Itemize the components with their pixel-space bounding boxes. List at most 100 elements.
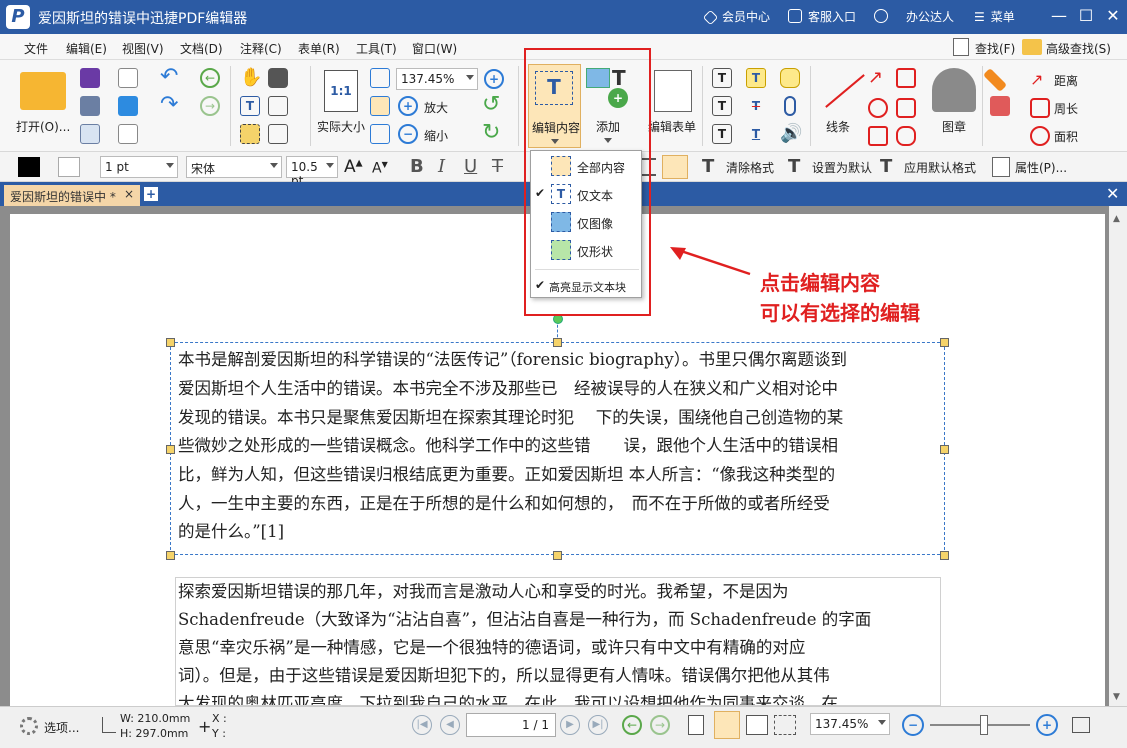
underline-format-icon[interactable]: U	[464, 156, 477, 177]
page-number-input[interactable]: 1 / 1	[466, 713, 556, 737]
options-button[interactable]: 选项...	[44, 719, 79, 736]
eraser-icon[interactable]	[990, 96, 1010, 116]
history-back-icon[interactable]: ←	[622, 715, 642, 735]
menu-edit[interactable]: 编辑(E)	[66, 40, 107, 57]
undo-icon[interactable]: ↶	[160, 66, 180, 88]
menu-comment[interactable]: 注释(C)	[240, 40, 282, 57]
main-menu-button[interactable]: ☰ 菜单	[974, 8, 1015, 25]
select-icon[interactable]	[268, 96, 288, 116]
attachment-icon[interactable]	[784, 96, 796, 116]
crop-icon[interactable]	[268, 124, 288, 144]
set-default-button[interactable]: 设置为默认	[812, 159, 872, 176]
previous-page-icon[interactable]: ◀	[440, 715, 460, 735]
distance-button[interactable]: 距离	[1054, 72, 1078, 89]
stroke-width-select[interactable]: 1 pt	[100, 156, 178, 178]
menu-document[interactable]: 文档(D)	[180, 40, 223, 57]
hand-tool-icon[interactable]: ✋	[240, 68, 262, 88]
strikethrough-icon[interactable]: T	[492, 156, 503, 177]
continuous-facing-icon[interactable]	[774, 715, 796, 735]
menu-form[interactable]: 表单(R)	[298, 40, 340, 57]
menu-tools[interactable]: 工具(T)	[356, 40, 397, 57]
history-forward-icon[interactable]: →	[650, 715, 670, 735]
minimize-button[interactable]: —	[1049, 6, 1069, 26]
zoom-in-icon[interactable]: +	[484, 69, 504, 89]
highlight-text-icon[interactable]: T	[746, 68, 766, 88]
italic-icon[interactable]: I	[438, 156, 445, 177]
fit-page-icon[interactable]	[370, 68, 390, 88]
stamp-button[interactable]: 图章	[942, 118, 966, 135]
fullscreen-icon[interactable]	[1072, 717, 1090, 733]
decrease-font-icon[interactable]: A▼	[372, 160, 388, 177]
tab-close-icon[interactable]: ×	[124, 187, 134, 201]
properties-button[interactable]: 属性(P)...	[1015, 159, 1067, 176]
text-box-icon[interactable]: T	[712, 96, 732, 116]
single-page-icon[interactable]	[688, 715, 704, 735]
menu-file[interactable]: 文件	[24, 40, 48, 57]
line-button[interactable]: 线条	[826, 118, 850, 135]
resize-handle[interactable]	[166, 338, 175, 347]
zoom-out-button[interactable]: 缩小	[424, 127, 448, 144]
email-icon[interactable]	[118, 68, 138, 88]
resize-handle[interactable]	[166, 445, 175, 454]
new-tab-icon[interactable]: +	[144, 187, 158, 201]
font-size-select[interactable]: 10.5 pt	[286, 156, 338, 188]
text-color-swatch[interactable]	[18, 157, 40, 177]
rotate-right-icon[interactable]: ↻	[482, 122, 502, 144]
actual-size-button[interactable]: 实际大小	[317, 118, 365, 135]
zoom-in-button[interactable]: 放大	[424, 99, 448, 116]
fill-color-swatch[interactable]	[58, 157, 80, 177]
scan-icon[interactable]	[118, 96, 138, 116]
clear-format-button[interactable]: 清除格式	[726, 159, 774, 176]
arrow-icon[interactable]: ↗	[868, 68, 888, 88]
redo-icon[interactable]: ↷	[160, 94, 180, 116]
continuous-page-icon[interactable]	[714, 711, 740, 739]
open-button[interactable]: 打开(O)...	[16, 118, 70, 135]
resize-handle[interactable]	[553, 551, 562, 560]
find-button[interactable]: 查找(F)	[975, 40, 1015, 57]
service-button[interactable]: 客服入口	[788, 8, 856, 25]
ellipse-icon[interactable]	[868, 98, 888, 118]
area-button[interactable]: 面积	[1054, 128, 1078, 145]
rectangle-icon[interactable]	[868, 126, 888, 146]
print-icon[interactable]	[80, 96, 100, 116]
next-page-icon[interactable]: ▶	[560, 715, 580, 735]
increase-font-icon[interactable]: A▲	[344, 157, 363, 177]
polyline-icon[interactable]	[896, 68, 916, 88]
resize-handle[interactable]	[166, 551, 175, 560]
zoom-slider-thumb[interactable]	[980, 715, 988, 735]
save-icon[interactable]	[80, 68, 100, 88]
vertical-scrollbar[interactable]: ▲ ▼	[1109, 206, 1127, 706]
resize-handle[interactable]	[940, 445, 949, 454]
document-tab[interactable]: 爱因斯坦的错误中 * ×	[4, 185, 140, 206]
pencil-icon[interactable]	[982, 67, 1008, 93]
edit-form-button[interactable]: 编辑表单	[648, 118, 696, 135]
close-document-icon[interactable]: ✕	[1106, 184, 1119, 203]
perimeter-button[interactable]: 周长	[1054, 100, 1078, 117]
menu-window[interactable]: 窗口(W)	[412, 40, 457, 57]
underline-icon[interactable]: T	[746, 124, 766, 144]
close-button[interactable]: ✕	[1103, 6, 1123, 26]
note-icon[interactable]	[780, 68, 800, 88]
align-fill-icon[interactable]	[662, 155, 688, 179]
maximize-button[interactable]: ☐	[1076, 6, 1096, 26]
new-document-icon[interactable]	[118, 124, 138, 144]
facing-page-icon[interactable]	[746, 715, 768, 735]
fit-visible-icon[interactable]	[370, 124, 390, 144]
menu-view[interactable]: 视图(V)	[122, 40, 164, 57]
text-field-icon[interactable]: T	[712, 68, 732, 88]
resize-handle[interactable]	[940, 338, 949, 347]
rotate-left-icon[interactable]: ↺	[482, 94, 502, 116]
zoom-in-status-icon[interactable]: +	[1036, 714, 1058, 736]
zoom-level-select[interactable]: 137.45%	[810, 713, 890, 735]
resize-handle[interactable]	[940, 551, 949, 560]
strikeout-icon[interactable]: T	[746, 96, 766, 116]
back-icon[interactable]: ←	[200, 68, 220, 88]
bold-icon[interactable]: B	[410, 156, 424, 177]
page-setup-icon[interactable]	[80, 124, 100, 144]
snapshot-icon[interactable]	[268, 68, 288, 88]
paragraph-2[interactable]: 探索爱因斯坦错误的那几年，对我而言是激动人心和享受的时光。我希望，不是因为 Sc…	[175, 577, 941, 706]
first-page-icon[interactable]: |◀	[412, 715, 432, 735]
fit-width-icon[interactable]	[370, 96, 390, 116]
cloud-icon[interactable]	[896, 126, 916, 146]
forward-icon[interactable]: →	[200, 96, 220, 116]
